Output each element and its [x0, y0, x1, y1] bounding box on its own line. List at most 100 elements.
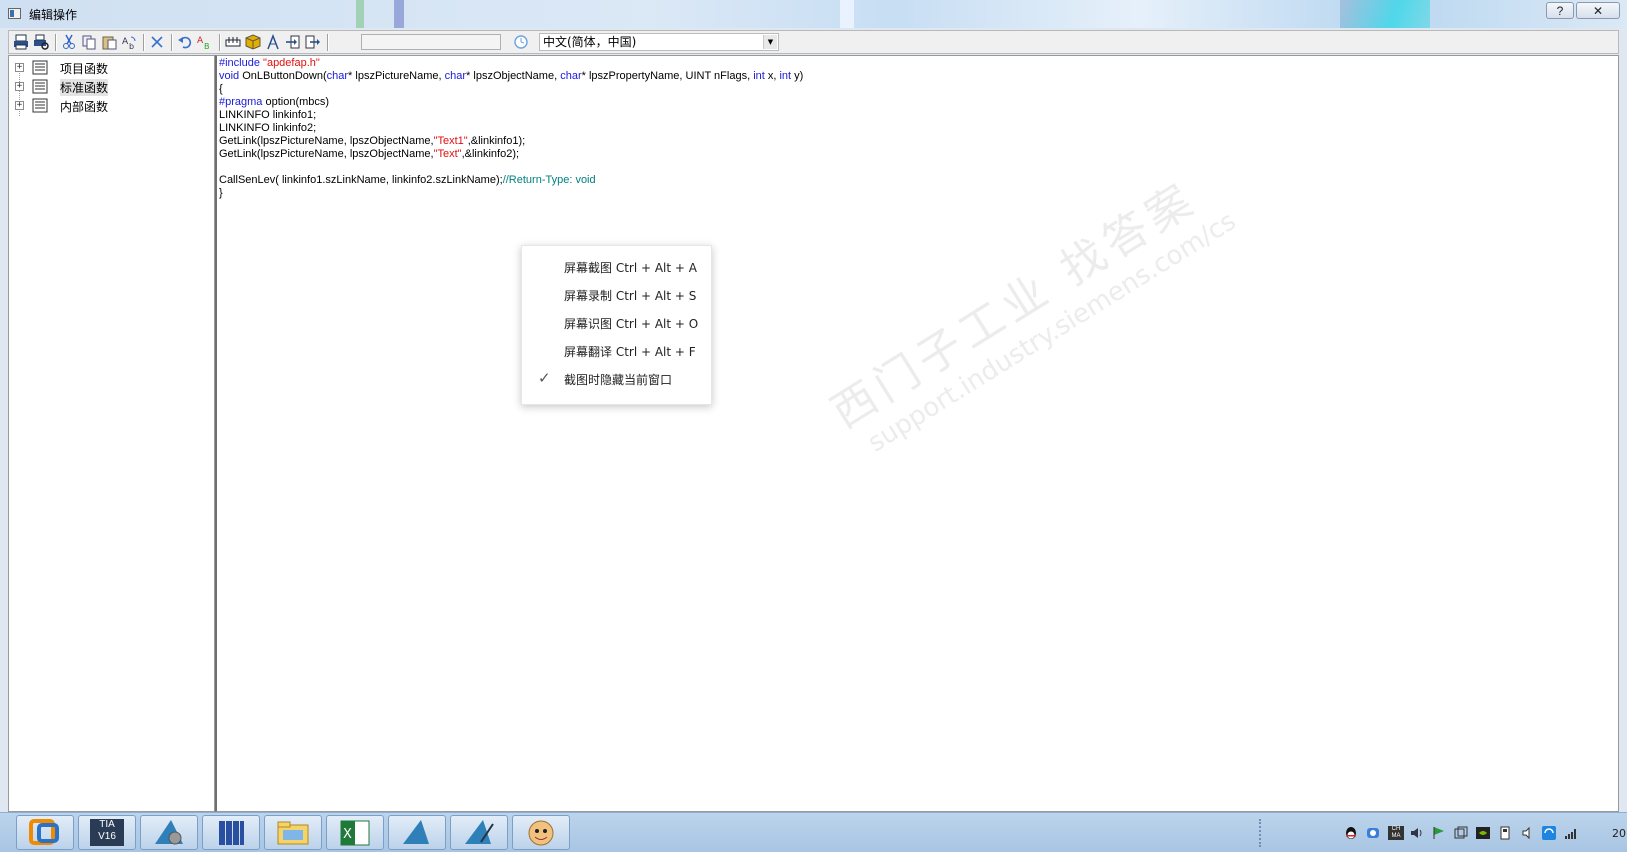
- cut-icon[interactable]: [61, 34, 77, 50]
- code-line[interactable]: #include "apdefap.h": [219, 57, 803, 70]
- context-menu-item[interactable]: ✓ 截图时隐藏当前窗口: [522, 364, 711, 392]
- taskbar-grip[interactable]: [1259, 819, 1267, 847]
- expand-icon[interactable]: +: [15, 101, 24, 110]
- cube-icon[interactable]: [245, 34, 261, 50]
- wincc-config-icon[interactable]: [140, 815, 198, 850]
- code-token: {: [219, 83, 223, 95]
- code-token: "Text": [433, 148, 462, 160]
- code-line[interactable]: LINKINFO linkinfo1;: [219, 109, 803, 122]
- watermark-url: support.industry.siemens.com/cs: [862, 206, 1242, 459]
- code-line[interactable]: {: [219, 83, 803, 96]
- speaker-icon[interactable]: [1520, 826, 1534, 840]
- code-line[interactable]: GetLink(lpszPictureName, lpszObjectName,…: [219, 148, 803, 161]
- export-icon[interactable]: [305, 34, 321, 50]
- code-token: ,&linkinfo1);: [467, 135, 526, 147]
- sync-icon[interactable]: [1542, 826, 1556, 840]
- context-menu-item[interactable]: 屏幕识图 Ctrl + Alt + O: [522, 308, 711, 336]
- background-strip: [394, 0, 404, 28]
- code-token: option(mbcs): [265, 96, 330, 108]
- expand-icon[interactable]: +: [15, 63, 24, 72]
- copy-icon[interactable]: [81, 34, 97, 50]
- volume-icon[interactable]: [1410, 826, 1424, 840]
- code-token: }: [219, 187, 223, 199]
- svg-text:A: A: [122, 37, 129, 47]
- usb-icon[interactable]: [1498, 826, 1512, 840]
- code-token: "apdefap.h": [263, 57, 320, 69]
- signal-icon[interactable]: [1564, 826, 1578, 840]
- undo-icon[interactable]: [177, 34, 193, 50]
- editor-window: 编辑操作 ? ✕ Ab AB 中文(简体，中国) ▼ + 项目函数 + 标准函数…: [0, 0, 1627, 812]
- chevron-down-icon[interactable]: ▼: [763, 35, 777, 49]
- code-token: #pragma: [219, 96, 266, 108]
- title-bar[interactable]: 编辑操作 ? ✕: [0, 0, 1627, 28]
- file-explorer-icon[interactable]: [264, 815, 322, 850]
- language-select-value: 中文(简体，中国): [543, 35, 637, 49]
- library-icon[interactable]: [202, 815, 260, 850]
- code-line[interactable]: void OnLButtonDown(char* lpszPictureName…: [219, 70, 803, 83]
- print-icon[interactable]: [13, 34, 29, 50]
- context-menu-item[interactable]: 屏幕截图 Ctrl + Alt + A: [522, 252, 711, 280]
- close-button[interactable]: ✕: [1576, 2, 1620, 19]
- code-token: GetLink(lpszPictureName, lpszObjectName,: [219, 148, 434, 160]
- context-menu-item[interactable]: 屏幕录制 Ctrl + Alt + S: [522, 280, 711, 308]
- checkmark-icon: ✓: [538, 369, 551, 387]
- window-title: 编辑操作: [29, 8, 78, 22]
- code-token: * lpszPropertyName, UINT nFlags,: [581, 70, 754, 82]
- import-icon[interactable]: [285, 34, 301, 50]
- avatar-icon[interactable]: [512, 815, 570, 850]
- code-token: GetLink(lpszPictureName, lpszObjectName,: [219, 135, 434, 147]
- clock-text[interactable]: 20: [1612, 827, 1626, 840]
- code-token: #include: [219, 57, 264, 69]
- context-menu-item-label: 屏幕翻译 Ctrl + Alt + F: [564, 345, 696, 359]
- expand-icon[interactable]: +: [15, 82, 24, 91]
- window-icon[interactable]: [8, 8, 21, 19]
- code-line[interactable]: LINKINFO linkinfo2;: [219, 122, 803, 135]
- delete-icon[interactable]: [149, 34, 165, 50]
- clock-icon[interactable]: [513, 34, 529, 50]
- vmware-icon[interactable]: [16, 815, 74, 850]
- taskbar: TIA V16 X CH MA 20: [0, 812, 1627, 852]
- code-token: CallSenLev( linkinfo1.szLinkName, linkin…: [219, 174, 503, 186]
- tia-portal-icon[interactable]: TIA V16: [78, 815, 136, 850]
- code-line[interactable]: GetLink(lpszPictureName, lpszObjectName,…: [219, 135, 803, 148]
- nvidia-icon[interactable]: [1476, 826, 1490, 840]
- code-line[interactable]: CallSenLev( linkinfo1.szLinkName, linkin…: [219, 174, 803, 187]
- wincc-icon[interactable]: [388, 815, 446, 850]
- context-menu: 屏幕截图 Ctrl + Alt + A 屏幕录制 Ctrl + Alt + S 屏幕…: [521, 245, 712, 405]
- code-line[interactable]: }: [219, 187, 803, 200]
- excel-icon[interactable]: X: [326, 815, 384, 850]
- svg-text:X: X: [343, 827, 352, 842]
- code-token: ,&linkinfo2);: [461, 148, 520, 160]
- spellcheck-icon[interactable]: AB: [197, 34, 213, 50]
- code-token: LINKINFO linkinfo2;: [219, 122, 317, 134]
- code-text[interactable]: #include "apdefap.h" void OnLButtonDown(c…: [219, 57, 803, 200]
- code-line[interactable]: [219, 161, 803, 174]
- ime-icon[interactable]: CH MA: [1388, 826, 1404, 840]
- function-folder-icon: [32, 60, 48, 75]
- watermark-title: 西门子工业 找答案: [822, 172, 1207, 439]
- cloud-icon[interactable]: [1366, 826, 1380, 840]
- wincc-runtime-icon[interactable]: [450, 815, 508, 850]
- code-editor[interactable]: #include "apdefap.h" void OnLButtonDown(c…: [215, 55, 1619, 812]
- language-select[interactable]: 中文(简体，中国) ▼: [539, 33, 779, 51]
- search-input[interactable]: [361, 34, 501, 50]
- context-menu-item-label: 屏幕识图 Ctrl + Alt + O: [564, 317, 699, 331]
- toolbar-separator: [219, 34, 221, 51]
- print-preview-icon[interactable]: [33, 34, 49, 50]
- svg-text:A: A: [197, 36, 204, 46]
- replace-icon[interactable]: Ab: [121, 34, 137, 50]
- windows-icon[interactable]: [1454, 826, 1468, 840]
- code-line[interactable]: #pragma option(mbcs): [219, 96, 803, 109]
- ruler-icon[interactable]: [225, 34, 241, 50]
- background-strip: [356, 0, 364, 28]
- paste-icon[interactable]: [101, 34, 117, 50]
- code-token: OnLButtonDown(: [242, 70, 327, 82]
- code-token: y): [791, 70, 804, 82]
- qq-icon[interactable]: [1344, 826, 1358, 840]
- code-token: int: [753, 70, 765, 82]
- network-flag-icon[interactable]: [1432, 826, 1446, 840]
- font-icon[interactable]: [265, 34, 281, 50]
- context-menu-item[interactable]: 屏幕翻译 Ctrl + Alt + F: [522, 336, 711, 364]
- help-button[interactable]: ?: [1546, 2, 1574, 19]
- code-token: LINKINFO linkinfo1;: [219, 109, 317, 121]
